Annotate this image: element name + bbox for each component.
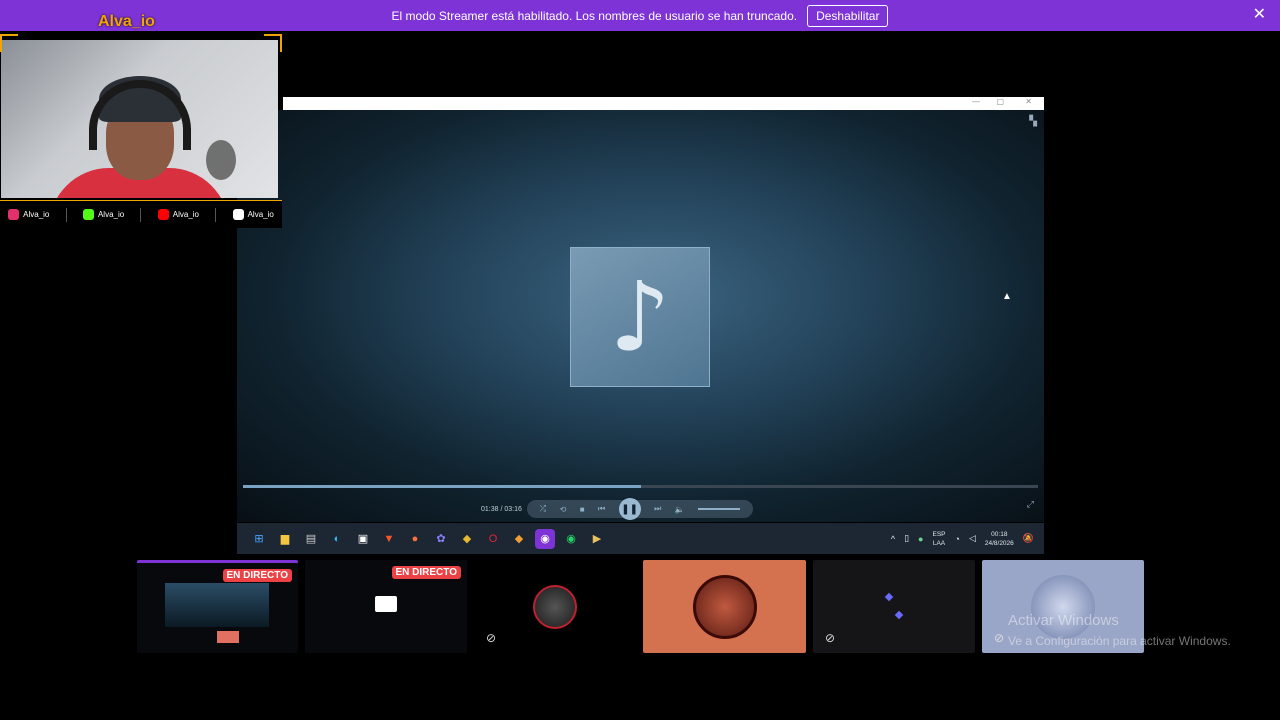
file-explorer-icon[interactable]: ▆ (275, 529, 295, 549)
social-label: Alva_io (23, 210, 50, 219)
media-player: ▚ ♪ 01:38 / 03:16 ⤮ ⟲ ■ ⏮ ❚❚ ⏭ 🔈 ⤢ (237, 110, 1044, 522)
maximize-icon[interactable]: ▢ (996, 97, 1004, 106)
stop-icon[interactable]: ■ (580, 505, 585, 514)
volume-icon[interactable]: 🔈 (675, 505, 685, 514)
chevron-up-icon[interactable]: ^ (891, 534, 895, 544)
fan-image (206, 140, 236, 180)
next-icon[interactable]: ⏭ (654, 504, 661, 514)
taskbar-apps: ⊞ ▆ ▤ ◐ ▣ ▼ ● ✿ ◆ O ◆ ◉ ◉ ▶ (237, 528, 607, 549)
kick-icon (82, 209, 94, 220)
seek-bar-fill (243, 485, 641, 488)
streamer-name: Alva_io (98, 13, 155, 30)
avatar-shape (894, 610, 904, 620)
monitor-icon (375, 596, 397, 612)
opera-icon[interactable]: O (483, 529, 503, 549)
discord-stream-view: El modo Streamer está habilitado. Los no… (0, 0, 1280, 720)
muted-icon: ⊘ (486, 631, 497, 645)
album-art: ♪ (570, 247, 710, 387)
webcam-feed (1, 40, 278, 198)
store-icon[interactable]: ▣ (353, 529, 373, 549)
live-badge: EN DIRECTO (391, 566, 461, 579)
media-player-icon[interactable]: ▶ (587, 529, 607, 549)
tiktok-icon (232, 209, 244, 220)
live-badge: EN DIRECTO (222, 569, 292, 582)
keyboard-layout: LAA (932, 539, 946, 547)
shield-app-icon[interactable]: ◆ (509, 529, 529, 549)
youtube-icon (157, 209, 169, 220)
speaker-icon[interactable]: ◁ (969, 533, 976, 544)
brave-icon[interactable]: ▼ (379, 529, 399, 549)
social-kick: Alva_io (82, 209, 125, 220)
usb-icon[interactable]: ▯ (904, 533, 909, 544)
close-icon[interactable]: ✕ (1253, 7, 1266, 23)
streamer-mode-banner: El modo Streamer está habilitado. Los no… (0, 0, 1280, 31)
frame-corner-decoration (0, 34, 18, 52)
participant-tile-4[interactable] (643, 560, 806, 653)
wifi-icon[interactable]: ◔ (955, 534, 960, 544)
muted-icon: ⊘ (825, 631, 836, 645)
participant-tile-stream-1[interactable]: EN DIRECTO (137, 560, 298, 653)
frame-corner-decoration (264, 34, 282, 52)
divider (215, 207, 217, 222)
close-window-icon[interactable]: ✕ (1025, 97, 1032, 106)
disable-streamer-mode-button[interactable]: Deshabilitar (807, 4, 889, 27)
avatar-shape (884, 592, 894, 602)
shuffle-icon[interactable]: ⤮ (540, 504, 546, 514)
seek-bar[interactable] (243, 485, 1038, 488)
previous-icon[interactable]: ⏮ (598, 504, 605, 514)
avatar (533, 584, 577, 629)
time-display: 01:38 / 03:16 (481, 506, 522, 513)
discord-icon[interactable]: ◉ (535, 528, 555, 549)
volume-slider[interactable] (698, 508, 741, 510)
notifications-icon[interactable]: 🔕 (1023, 533, 1034, 544)
mouse-cursor-icon: ▲ (1002, 291, 1012, 302)
copilot-icon[interactable]: ✿ (431, 529, 451, 549)
avatar (692, 574, 757, 639)
divider (65, 207, 67, 222)
social-label: Alva_io (97, 210, 125, 219)
instagram-icon (8, 209, 20, 220)
social-instagram: Alva_io (8, 209, 49, 220)
language-indicator[interactable]: ESP LAA (932, 530, 945, 548)
social-youtube: Alva_io (157, 209, 200, 220)
music-note-icon: ♪ (609, 261, 671, 373)
player-title-bar[interactable]: — ▢ ✕ (283, 97, 1044, 110)
stream-preview-thumbnail (165, 583, 269, 627)
playback-controls: ⤮ ⟲ ■ ⏮ ❚❚ ⏭ 🔈 (527, 498, 753, 520)
terminal-icon[interactable]: ▤ (301, 529, 321, 549)
streamer-mode-message: El modo Streamer está habilitado. Los no… (391, 8, 798, 23)
divider (140, 207, 142, 222)
pause-button[interactable]: ❚❚ (618, 498, 641, 520)
clock-time: 00:18 (991, 530, 1008, 538)
participant-tile-3[interactable]: ⊘ (474, 560, 636, 653)
activate-windows-subtitle: Ve a Configuración para activar Windows. (1008, 634, 1231, 648)
social-tiktok: Alva_io (232, 209, 274, 220)
social-links-bar: Alva_io Alva_io Alva_io Alva_io (0, 200, 282, 228)
edge-icon[interactable]: ◐ (327, 529, 347, 549)
bitdefender-icon[interactable]: ◆ (457, 529, 477, 549)
firefox-icon[interactable]: ● (405, 529, 425, 549)
participant-tile-stream-2[interactable]: EN DIRECTO (305, 560, 467, 653)
whatsapp-icon[interactable]: ◉ (561, 529, 581, 549)
system-tray: ^ ▯ ● ESP LAA ◔ ◁ 00:18 24/8/2026 🔕 (891, 530, 1044, 548)
minimize-icon[interactable]: — (972, 97, 980, 106)
fullscreen-icon[interactable]: ⤢ (1027, 499, 1034, 510)
clock-date: 24/8/2026 (984, 539, 1014, 547)
start-icon[interactable]: ⊞ (249, 529, 269, 549)
muted-icon: ⊘ (994, 631, 1005, 645)
repeat-icon[interactable]: ⟲ (560, 505, 567, 514)
clock[interactable]: 00:18 24/8/2026 (985, 530, 1014, 548)
windows-taskbar: ⊞ ▆ ▤ ◐ ▣ ▼ ● ✿ ◆ O ◆ ◉ ◉ ▶ ^ ▯ ● ESP LAA ◔ ◁ 00:18 2… (237, 523, 1044, 554)
social-label: Alva_io (172, 210, 200, 219)
microphone-icon[interactable]: ● (918, 534, 923, 544)
mini-player-icon[interactable]: ▚ (1029, 116, 1037, 127)
participant-tile-5[interactable]: ⊘ (813, 560, 975, 653)
language-code: ESP (932, 530, 946, 538)
activate-windows-title: Activar Windows (1008, 612, 1119, 629)
stream-preview-thumbnail (217, 631, 239, 643)
social-label: Alva_io (247, 210, 274, 219)
